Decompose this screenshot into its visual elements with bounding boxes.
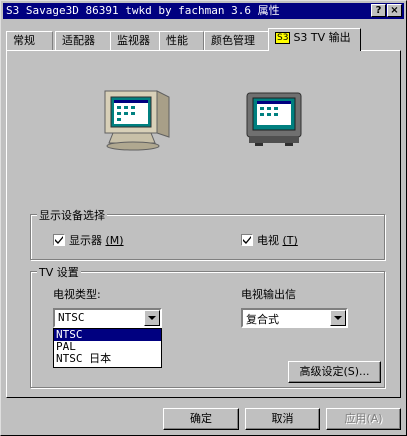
title-bar[interactable]: S3 Savage3D 86391 twkd by fachman 3.6 属性… — [3, 3, 404, 19]
cancel-label: 取消 — [271, 412, 294, 425]
window-title: S3 Savage3D 86391 twkd by fachman 3.6 属性 — [6, 4, 280, 17]
tv-icon — [246, 92, 302, 146]
tab-color-management-label: 颜色管理 — [211, 34, 255, 47]
monitor-label-text: 显示器 — [69, 234, 102, 247]
chevron-down-icon[interactable] — [330, 310, 346, 326]
tv-label-text: 电视 — [257, 234, 279, 247]
tab-adapter-label: 适配器 — [62, 34, 95, 47]
help-button[interactable]: ? — [371, 4, 386, 17]
tab-general-label: 常规 — [13, 34, 35, 47]
monitor-icon — [104, 90, 170, 151]
apply-label: 应用(A) — [344, 412, 383, 425]
tab-monitor-label: 监视器 — [117, 34, 150, 47]
tab-performance-label: 性能 — [166, 34, 188, 47]
tab-adapter[interactable]: 适配器 — [55, 31, 112, 50]
tv-type-label: 电视类型: — [53, 288, 101, 301]
monitor-checkbox[interactable] — [53, 234, 65, 246]
tv-settings-legend: TV 设置 — [37, 264, 81, 280]
tv-output-value: 复合式 — [246, 313, 279, 326]
tab-color-management[interactable]: 颜色管理 — [204, 31, 270, 50]
tv-type-option[interactable]: NTSC 日本 — [54, 353, 161, 365]
tv-output-select[interactable]: 复合式 — [241, 308, 348, 328]
tv-checkbox-label[interactable]: 电视 (T) — [257, 232, 298, 248]
display-select-legend: 显示设备选择 — [37, 207, 107, 223]
ok-button[interactable]: 确定 — [163, 408, 239, 430]
tv-checkbox[interactable] — [241, 234, 253, 246]
tab-s3-tv-output-label: S3 TV 输出 — [293, 31, 351, 44]
tv-type-dropdown-list: NTSC PAL NTSC 日本 — [53, 328, 162, 368]
tv-type-select[interactable]: NTSC — [53, 308, 162, 328]
tab-monitor[interactable]: 监视器 — [110, 31, 162, 50]
properties-dialog: S3 Savage3D 86391 twkd by fachman 3.6 属性… — [0, 0, 407, 436]
tv-type-value: NTSC — [58, 311, 85, 324]
chevron-down-icon[interactable] — [144, 310, 160, 326]
checkmark-icon — [55, 236, 63, 244]
monitor-accel-key: (M) — [105, 234, 124, 247]
monitor-checkbox-label[interactable]: 显示器 (M) — [69, 232, 124, 248]
advanced-settings-button[interactable]: 高级设定(S)... — [288, 361, 381, 383]
tab-s3-tv-output[interactable]: S3 S3 TV 输出 — [268, 28, 361, 51]
close-button[interactable]: × — [387, 4, 402, 17]
tab-general[interactable]: 常规 — [6, 31, 53, 50]
s3-badge-icon: S3 — [275, 32, 291, 44]
cancel-button[interactable]: 取消 — [245, 408, 320, 430]
tv-output-label: 电视输出信 — [241, 288, 296, 301]
apply-button[interactable]: 应用(A) — [326, 408, 401, 430]
checkmark-icon — [243, 236, 251, 244]
tab-performance[interactable]: 性能 — [159, 31, 204, 50]
tv-accel-key: (T) — [282, 234, 298, 247]
advanced-settings-label: 高级设定(S)... — [299, 365, 370, 378]
ok-label: 确定 — [190, 412, 212, 425]
